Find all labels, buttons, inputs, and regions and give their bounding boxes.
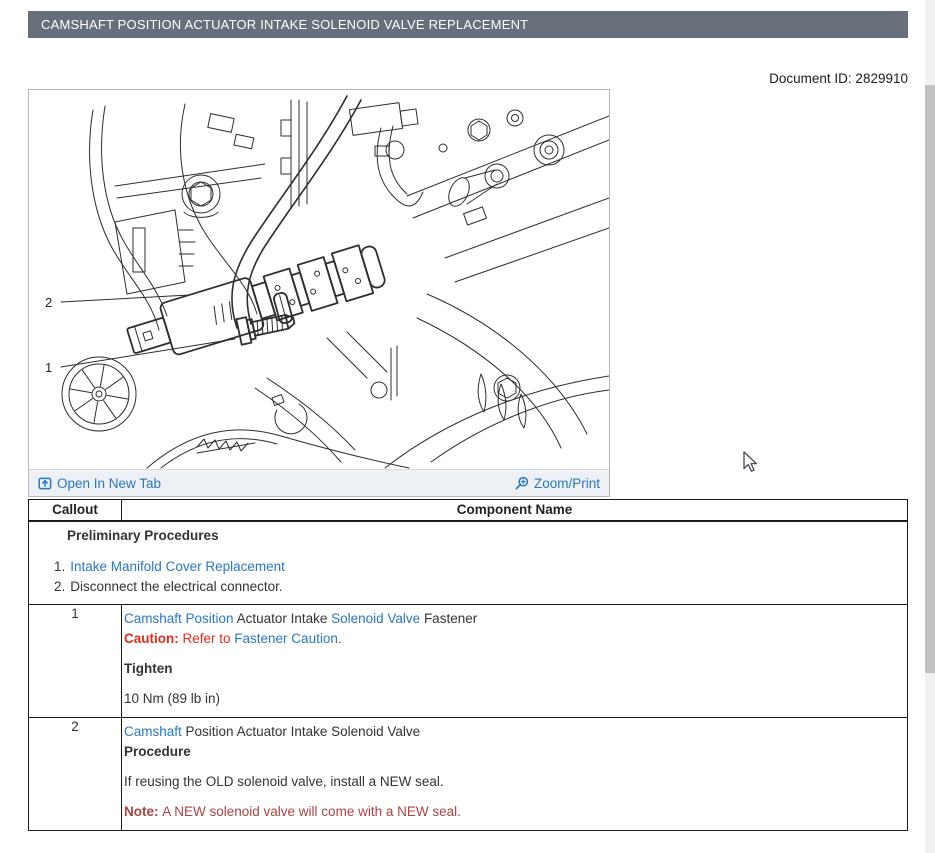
- inline-link[interactable]: Solenoid Valve: [331, 611, 420, 626]
- text-run: A NEW solenoid valve will come with a NE…: [162, 804, 461, 819]
- list-item-text: Intake Manifold Cover Replacement: [70, 559, 285, 574]
- open-in-new-tab-link[interactable]: Open In New Tab: [38, 476, 161, 491]
- table-row-callout-2: 2 Camshaft Position Actuator Intake Sole…: [28, 717, 908, 831]
- text-run: Fastener: [420, 611, 478, 626]
- zoom-print-link[interactable]: Zoom/Print: [515, 476, 600, 491]
- table-header-row: Callout Component Name: [28, 499, 908, 522]
- callout-number: 2: [28, 717, 122, 831]
- list-item: 1. Intake Manifold Cover Replacement: [54, 557, 907, 577]
- column-header-component-name: Component Name: [121, 499, 908, 522]
- engine-background-lines: [61, 95, 609, 469]
- callout-2-label: 2: [45, 295, 52, 310]
- inline-link[interactable]: Camshaft: [124, 724, 182, 739]
- scrollbar-thumb[interactable]: [925, 85, 935, 673]
- text-line: Note: A NEW solenoid valve will come wit…: [124, 802, 901, 822]
- inline-link[interactable]: Intake Manifold Cover Replacement: [70, 559, 285, 574]
- text-run: Procedure: [124, 744, 191, 759]
- text-run: Refer to: [182, 631, 235, 646]
- text-line: Camshaft Position Actuator Intake Soleno…: [124, 722, 901, 742]
- text-line: 10 Nm (89 lb in): [124, 689, 901, 709]
- text-line: If reusing the OLD solenoid valve, insta…: [124, 772, 901, 792]
- list-item-text: Disconnect the electrical connector.: [70, 579, 282, 594]
- text-run: Caution:: [124, 631, 183, 646]
- text-run: Tighten: [124, 661, 173, 676]
- callout-table: Callout Component Name Preliminary Proce…: [28, 499, 908, 831]
- row-content: Camshaft Position Actuator Intake Soleno…: [124, 722, 901, 822]
- preliminary-procedures-title: Preliminary Procedures: [67, 528, 219, 543]
- text-line: Tighten: [124, 659, 901, 679]
- open-in-new-tab-label: Open In New Tab: [57, 475, 162, 491]
- callout-1-label: 1: [45, 360, 52, 375]
- solenoid-valve-drawing: [126, 244, 386, 356]
- scrollbar-track[interactable]: [925, 0, 935, 853]
- column-header-callout: Callout: [28, 499, 122, 522]
- illustration-toolbar: Open In New Tab Zoom/Print: [29, 469, 609, 496]
- inline-link[interactable]: Camshaft Position: [124, 611, 234, 626]
- illustration-panel: 2 1 Open In New Tab Zoom/Print: [28, 89, 610, 497]
- list-item-number: 1.: [54, 559, 66, 574]
- table-row-callout-1: 1 Camshaft Position Actuator Intake Sole…: [28, 604, 908, 718]
- mouse-cursor: [743, 451, 758, 472]
- callout-number: 1: [28, 604, 122, 718]
- inline-link[interactable]: Fastener Caution: [234, 631, 338, 646]
- text-run: 10 Nm (89 lb in): [124, 691, 221, 706]
- list-item-number: 2.: [54, 579, 66, 594]
- text-run: Actuator Intake: [233, 611, 332, 626]
- zoom-print-label: Zoom/Print: [533, 475, 600, 491]
- page-title: CAMSHAFT POSITION ACTUATOR INTAKE SOLENO…: [41, 17, 529, 32]
- text-run: Position Actuator Intake Solenoid Valve: [181, 724, 421, 739]
- text-line: Caution: Refer to Fastener Caution.: [124, 629, 901, 649]
- engine-illustration: 2 1: [29, 90, 609, 469]
- text-line: Procedure: [124, 742, 901, 762]
- text-run: Disconnect the electrical connector.: [70, 579, 283, 594]
- text-run: If reusing the OLD solenoid valve, insta…: [124, 774, 444, 789]
- text-run: Note:: [124, 804, 163, 819]
- callout-leader-lines: [60, 294, 236, 368]
- page-title-bar: CAMSHAFT POSITION ACTUATOR INTAKE SOLENO…: [28, 11, 908, 38]
- text-line: Camshaft Position Actuator Intake Soleno…: [124, 609, 901, 629]
- row-content: Camshaft Position Actuator Intake Soleno…: [124, 609, 901, 709]
- document-id: Document ID: 2829910: [769, 71, 908, 86]
- text-run: .: [337, 631, 342, 646]
- zoom-icon: [515, 476, 529, 490]
- list-item: 2. Disconnect the electrical connector.: [54, 577, 907, 597]
- engine-line-drawing-svg: 2 1: [45, 95, 609, 469]
- open-in-new-tab-icon: [38, 477, 52, 490]
- table-row-preliminary: Preliminary Procedures 1. Intake Manifold…: [28, 520, 908, 605]
